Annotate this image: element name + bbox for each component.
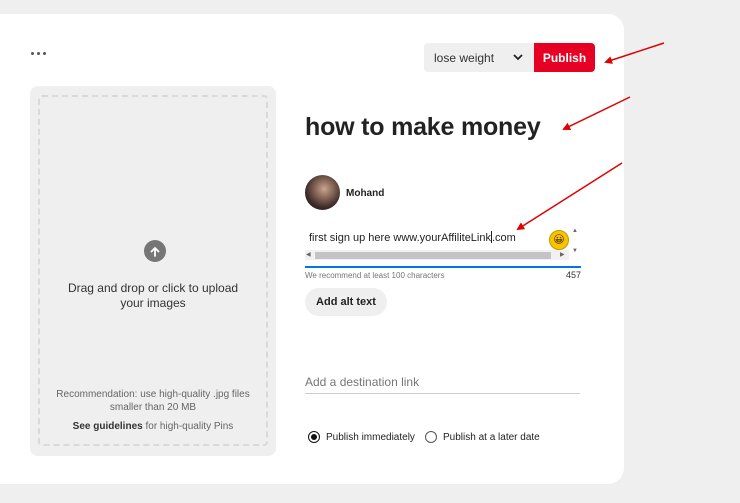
- description-hint: We recommend at least 100 characters: [305, 271, 445, 280]
- drop-instructions: Drag and drop or click to upload your im…: [67, 281, 239, 310]
- guidelines-link[interactable]: See guidelines: [73, 421, 143, 432]
- horizontal-scrollbar[interactable]: ◀ ▶: [305, 250, 569, 260]
- character-count: 457: [566, 270, 582, 280]
- image-upload-area: Drag and drop or click to upload your im…: [30, 86, 276, 456]
- description-field[interactable]: first sign up here www.yourAffiliteLink.…: [305, 226, 581, 268]
- publish-immediately-label: Publish immediately: [326, 431, 415, 443]
- publish-later-option[interactable]: Publish at a later date: [425, 431, 540, 443]
- author-name: Mohand: [346, 188, 385, 199]
- upload-recommendation: Recommendation: use high-quality .jpg fi…: [56, 389, 250, 413]
- image-dropzone[interactable]: Drag and drop or click to upload your im…: [38, 95, 268, 446]
- pin-title[interactable]: how to make money: [305, 113, 541, 142]
- publish-later-label: Publish at a later date: [443, 431, 540, 443]
- guidelines-line: See guidelines for high-quality Pins: [40, 421, 266, 432]
- publish-immediately-option[interactable]: Publish immediately: [308, 431, 415, 443]
- description-text: first sign up here www.yourAffiliteLink.…: [309, 231, 516, 244]
- emoji-picker-icon[interactable]: 😀: [549, 230, 569, 250]
- publish-button[interactable]: Publish: [534, 43, 595, 72]
- vertical-scrollbar[interactable]: ▲ ▼: [570, 228, 580, 254]
- board-select[interactable]: lose weight: [424, 43, 534, 72]
- chevron-down-icon: [512, 52, 524, 64]
- radio-publish-later[interactable]: [425, 431, 437, 443]
- board-select-value: lose weight: [434, 50, 495, 65]
- scrollbar-thumb[interactable]: [315, 252, 551, 259]
- guidelines-suffix: for high-quality Pins: [142, 421, 234, 432]
- more-dots-icon[interactable]: [31, 52, 46, 55]
- avatar: [305, 175, 340, 210]
- radio-publish-immediately[interactable]: [308, 431, 320, 443]
- upload-arrow-icon: [144, 240, 166, 262]
- add-alt-text-button[interactable]: Add alt text: [305, 288, 387, 316]
- destination-link-input[interactable]: [305, 370, 580, 394]
